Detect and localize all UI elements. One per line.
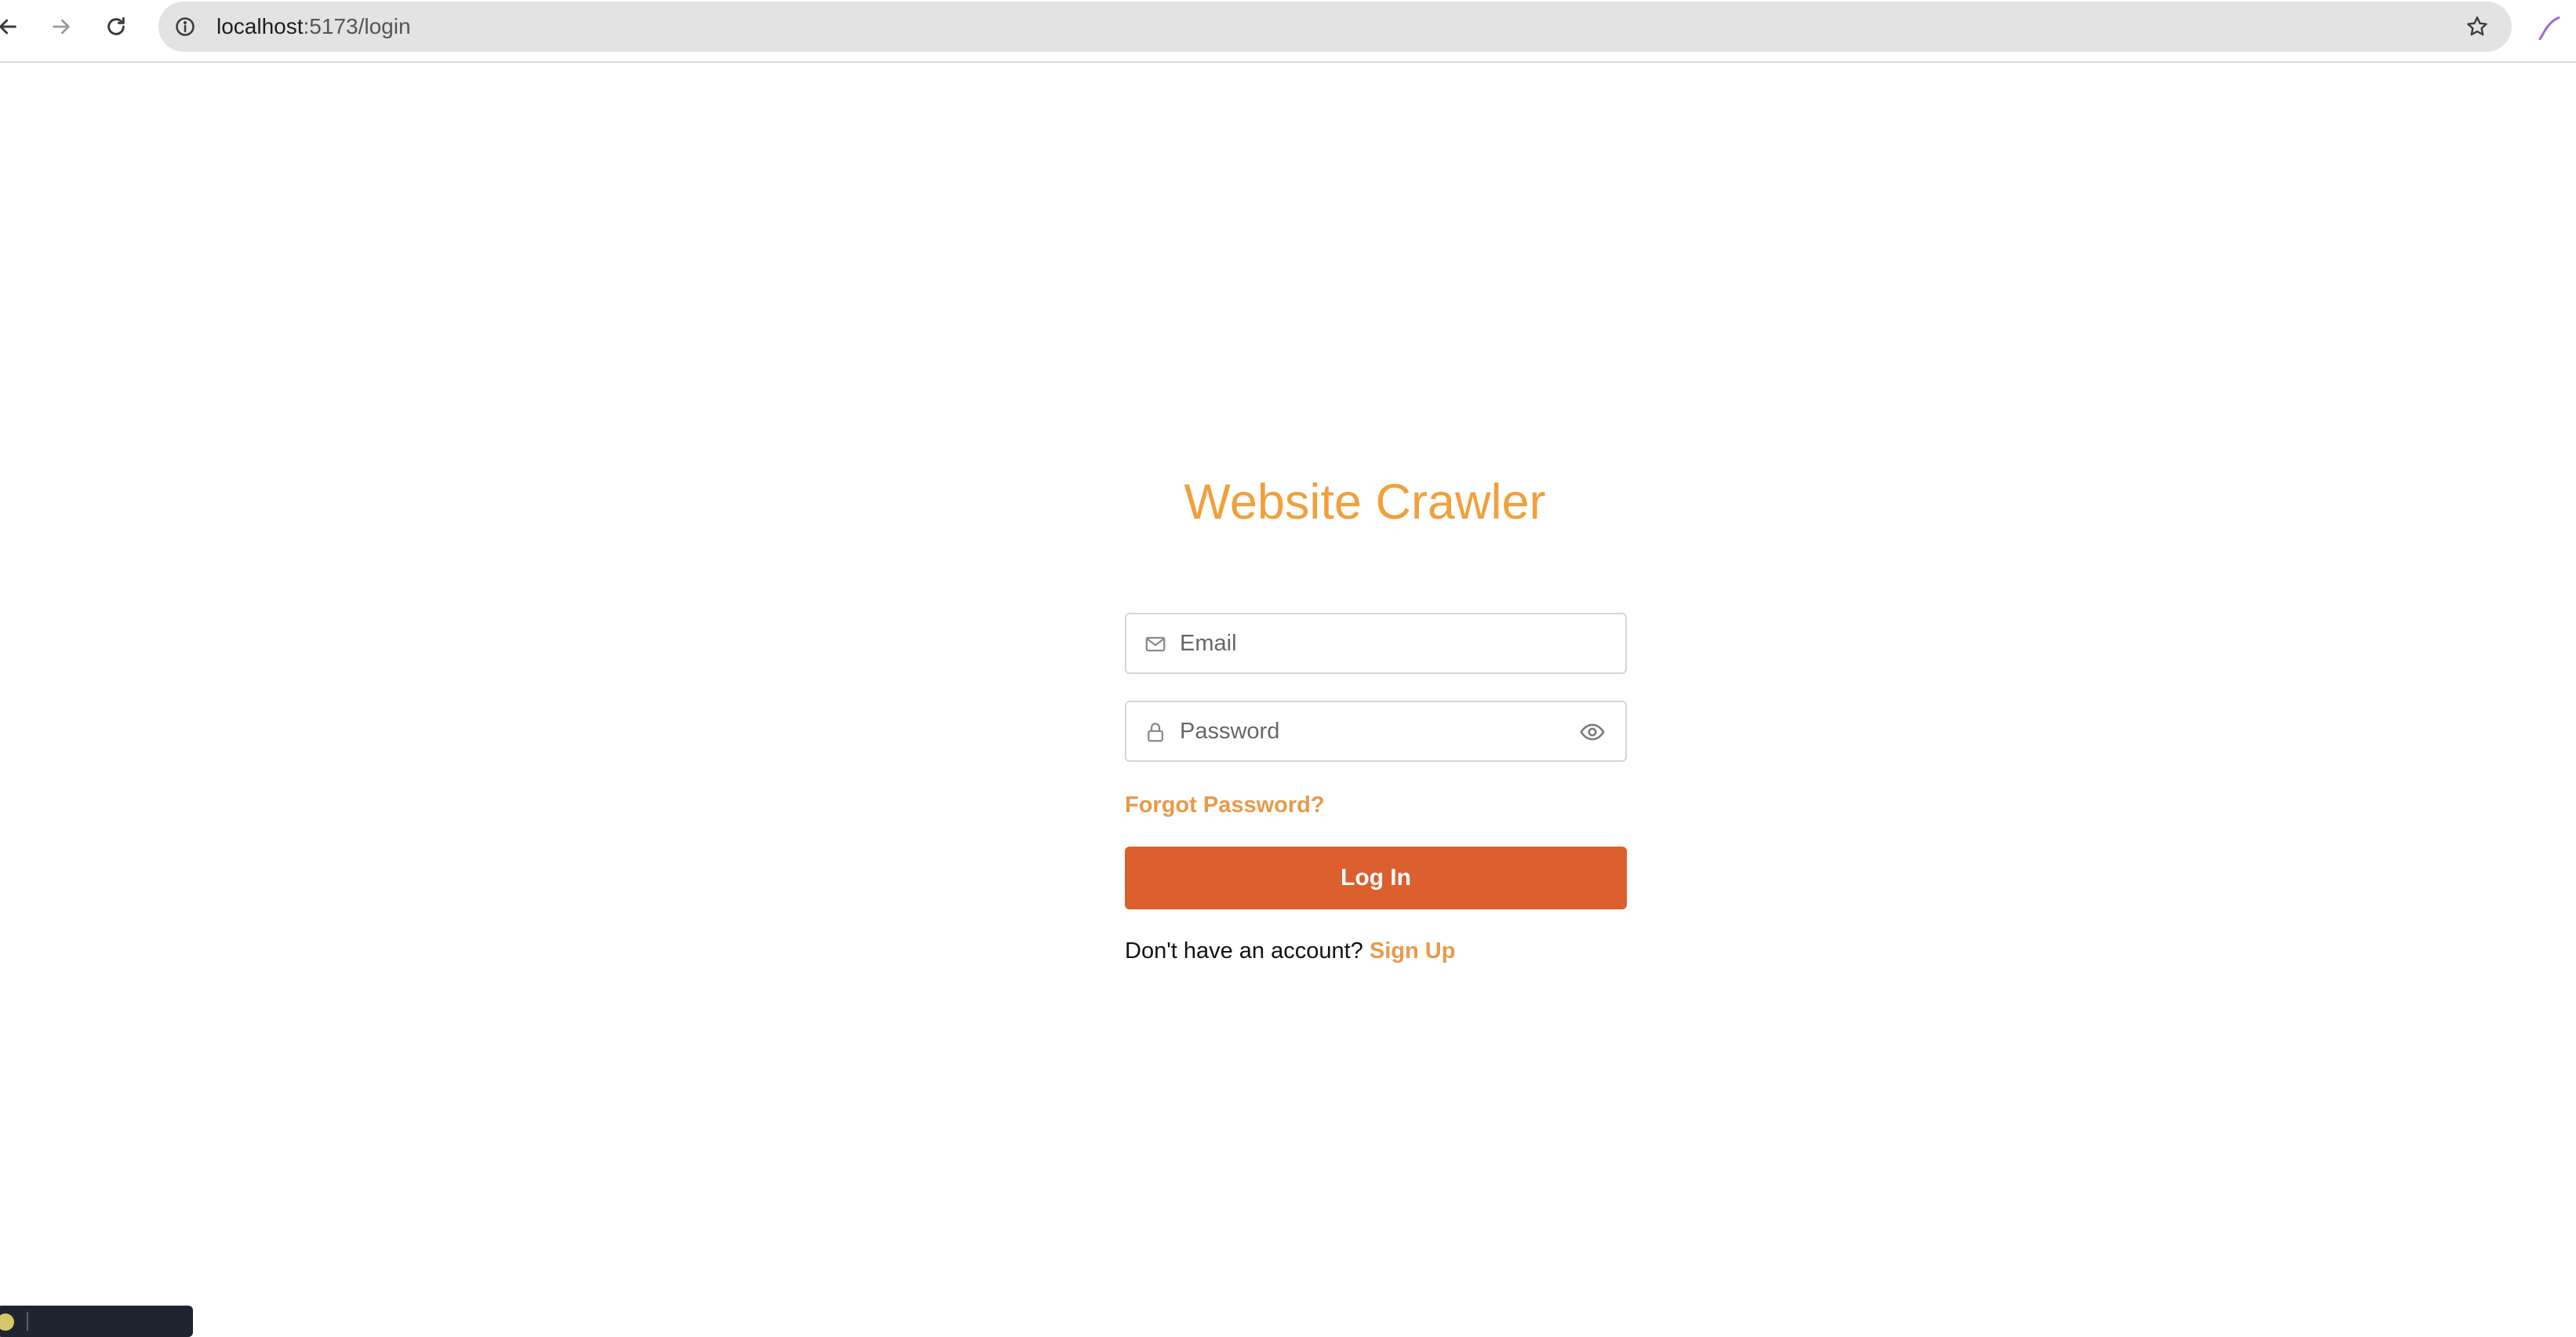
signup-link[interactable]: Sign Up [1370, 938, 1456, 964]
email-field[interactable] [1125, 613, 1627, 674]
url-text[interactable]: localhost:5173/login [216, 13, 411, 40]
url-path: :5173/login [303, 14, 411, 38]
star-icon [2467, 16, 2487, 36]
forgot-password-link[interactable]: Forgot Password? [1125, 791, 1325, 819]
signup-row: Don't have an account? Sign Up [1125, 937, 1455, 965]
lock-icon [1144, 720, 1167, 744]
overlay-logo-icon [0, 1313, 14, 1331]
password-input[interactable] [1180, 702, 1556, 760]
reload-button[interactable] [99, 9, 133, 44]
signup-prompt: Don't have an account? [1125, 938, 1363, 964]
arrow-right-icon [53, 19, 70, 35]
login-button[interactable]: Log In [1125, 847, 1627, 909]
bookmark-button[interactable] [2463, 13, 2491, 41]
address-bar[interactable]: localhost:5173/login [158, 2, 2512, 52]
browser-toolbar: localhost:5173/login [0, 0, 2576, 63]
back-button[interactable] [0, 9, 25, 44]
site-info-button[interactable] [173, 14, 198, 39]
mail-icon [1144, 632, 1167, 656]
email-input[interactable] [1180, 614, 1556, 672]
eye-icon [1580, 723, 1605, 741]
info-icon [176, 17, 195, 36]
page-title: Website Crawler [1184, 475, 1546, 530]
show-password-toggle[interactable] [1578, 719, 1606, 745]
arrow-left-icon [0, 19, 16, 35]
password-field[interactable] [1125, 701, 1627, 762]
feather-pen-icon [2538, 16, 2560, 40]
forward-button[interactable] [44, 9, 78, 44]
devtools-overlay-button[interactable] [0, 1306, 193, 1337]
extension-button[interactable] [2535, 14, 2563, 42]
reload-icon [107, 16, 125, 35]
url-host: localhost [216, 14, 304, 38]
overlay-divider [27, 1312, 28, 1331]
